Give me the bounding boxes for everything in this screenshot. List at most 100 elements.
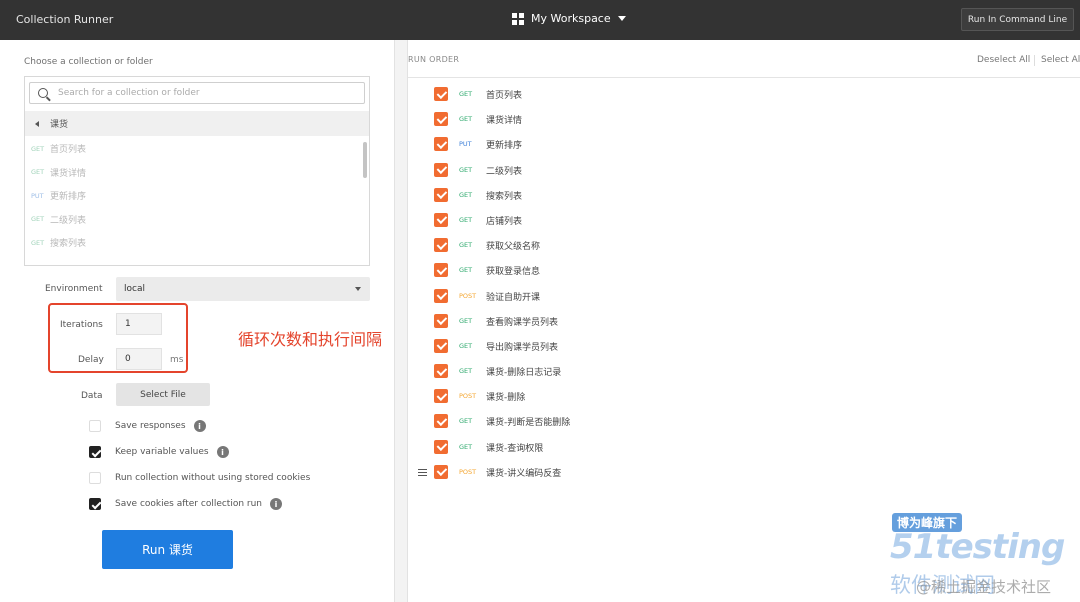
select-all-link[interactable]: Select All (1041, 55, 1080, 65)
request-name: 课货-查询权限 (486, 443, 544, 454)
method-badge: GET (459, 190, 473, 199)
run-order-item[interactable]: GET 店铺列表 (408, 207, 1080, 232)
drag-handle-icon[interactable] (418, 468, 427, 477)
item-checkbox[interactable] (434, 464, 448, 479)
item-checkbox[interactable] (434, 364, 448, 379)
app-title: Collection Runner (16, 13, 114, 26)
select-file-button[interactable]: Select File (116, 383, 210, 406)
info-icon[interactable]: i (270, 498, 283, 510)
item-checkbox[interactable] (434, 112, 448, 127)
save-cookies-checkbox[interactable] (89, 498, 101, 510)
request-name: 店铺列表 (486, 216, 523, 227)
collection-picker: 课货 GET 首页列表 GET 课货详情 PUT 更新排序 GET 二级列表 GET 搜索… (24, 76, 370, 266)
back-arrow-icon[interactable] (35, 120, 39, 127)
item-checkbox[interactable] (434, 187, 448, 202)
without-stored-cookies-checkbox[interactable] (89, 472, 101, 484)
run-order-item[interactable]: POST 课货-删除 (408, 383, 1080, 408)
option-label: Save cookies after collection run (115, 499, 263, 509)
request-list-scrollbar[interactable] (361, 137, 369, 265)
run-order-item[interactable]: GET 获取父级名称 (408, 232, 1080, 257)
item-checkbox[interactable] (434, 238, 448, 253)
request-item[interactable]: PUT 更新排序 (25, 184, 361, 208)
run-order-item[interactable]: POST 课货-讲义编码反查 (408, 459, 1080, 484)
save-responses-checkbox[interactable] (89, 420, 101, 432)
link-separator (1034, 55, 1035, 66)
folder-back-row[interactable]: 课货 (25, 111, 369, 136)
option-keep-variable-values[interactable]: Keep variable values i (89, 446, 229, 458)
request-item[interactable]: GET 搜索列表 (25, 231, 361, 255)
request-item[interactable]: GET 首页列表 (25, 137, 361, 161)
request-name: 课货-判断是否能删除 (486, 418, 571, 429)
run-order-item[interactable]: GET 获取登录信息 (408, 257, 1080, 282)
grid-icon (512, 12, 524, 25)
method-badge: GET (459, 316, 473, 325)
request-name: 课货-删除 (486, 393, 526, 404)
keep-variable-values-checkbox[interactable] (89, 446, 101, 458)
item-checkbox[interactable] (434, 263, 448, 278)
item-checkbox[interactable] (434, 87, 448, 101)
run-in-command-line-button[interactable]: Run In Command Line (961, 8, 1074, 31)
deselect-all-link[interactable]: Deselect All (977, 55, 1030, 65)
top-bar: Collection Runner My Workspace Run In Co… (0, 0, 1080, 40)
request-item[interactable]: GET 课货详情 (25, 161, 361, 185)
request-item[interactable]: GET 二级列表 (25, 208, 361, 232)
watermark-credit: @稀土掘金技术社区 (916, 578, 1052, 596)
request-list: GET 首页列表 GET 课货详情 PUT 更新排序 GET 二级列表 GET 搜索列表 (25, 137, 361, 265)
method-badge: POST (459, 291, 477, 300)
run-order-item[interactable]: GET 搜索列表 (408, 182, 1080, 207)
method-badge: POST (459, 392, 477, 401)
method-badge: PUT (31, 191, 44, 200)
search-box[interactable] (29, 82, 365, 104)
method-badge: GET (31, 238, 45, 247)
item-checkbox[interactable] (434, 162, 448, 177)
run-collection-button[interactable]: Run 课货 (102, 530, 233, 569)
request-name: 二级列表 (50, 215, 87, 226)
run-order-item[interactable]: POST 验证自助开课 (408, 283, 1080, 308)
run-order-item[interactable]: PUT 更新排序 (408, 131, 1080, 156)
run-order-item[interactable]: GET 首页列表 (408, 81, 1080, 106)
info-icon[interactable]: i (193, 420, 206, 432)
method-badge: GET (31, 168, 45, 177)
request-name: 首页列表 (50, 145, 87, 156)
item-checkbox[interactable] (434, 212, 448, 227)
run-order-item[interactable]: GET 查看购课学员列表 (408, 308, 1080, 333)
info-icon[interactable]: i (216, 446, 229, 458)
watermark-logo: 51testing (890, 527, 1065, 567)
workspace-switcher[interactable]: My Workspace (512, 12, 626, 25)
request-name: 二级列表 (486, 166, 523, 177)
item-checkbox[interactable] (434, 288, 448, 303)
method-badge: GET (459, 266, 473, 275)
folder-name: 课货 (50, 120, 69, 130)
run-order-item[interactable]: GET 课货-判断是否能删除 (408, 408, 1080, 433)
run-order-item[interactable]: GET 导出购课学员列表 (408, 333, 1080, 358)
option-save-cookies[interactable]: Save cookies after collection run i (89, 498, 283, 510)
search-input[interactable] (58, 88, 338, 98)
request-name: 获取登录信息 (486, 267, 541, 278)
panel-divider[interactable] (394, 40, 408, 602)
request-name: 搜索列表 (50, 239, 87, 250)
item-checkbox[interactable] (434, 439, 448, 454)
request-name: 查看购课学员列表 (486, 317, 559, 328)
method-badge: GET (31, 144, 45, 153)
run-order-item[interactable]: GET 二级列表 (408, 157, 1080, 182)
request-name: 更新排序 (486, 141, 523, 152)
scrollbar-thumb[interactable] (363, 142, 367, 178)
option-without-stored-cookies[interactable]: Run collection without using stored cook… (89, 472, 310, 484)
run-order-item[interactable]: GET 课货详情 (408, 106, 1080, 131)
method-badge: GET (459, 115, 473, 124)
option-save-responses[interactable]: Save responses i (89, 420, 206, 432)
request-name: 课货详情 (50, 168, 87, 179)
item-checkbox[interactable] (434, 137, 448, 152)
run-order-item[interactable]: GET 课货-删除日志记录 (408, 358, 1080, 383)
method-badge: GET (459, 367, 473, 376)
method-badge: GET (459, 442, 473, 451)
item-checkbox[interactable] (434, 313, 448, 328)
run-order-item[interactable]: GET 课货-查询权限 (408, 434, 1080, 459)
item-checkbox[interactable] (434, 389, 448, 404)
environment-select[interactable]: local (116, 277, 370, 301)
run-order-panel: RUN ORDER Deselect All Select All GET 首页列… (408, 40, 1080, 602)
run-order-list: GET 首页列表 GET 课货详情 PUT 更新排序 GET 二级列表 GET 搜索列表 … (408, 81, 1080, 484)
item-checkbox[interactable] (434, 414, 448, 429)
item-checkbox[interactable] (434, 338, 448, 353)
request-name: 课货-删除日志记录 (486, 368, 562, 379)
